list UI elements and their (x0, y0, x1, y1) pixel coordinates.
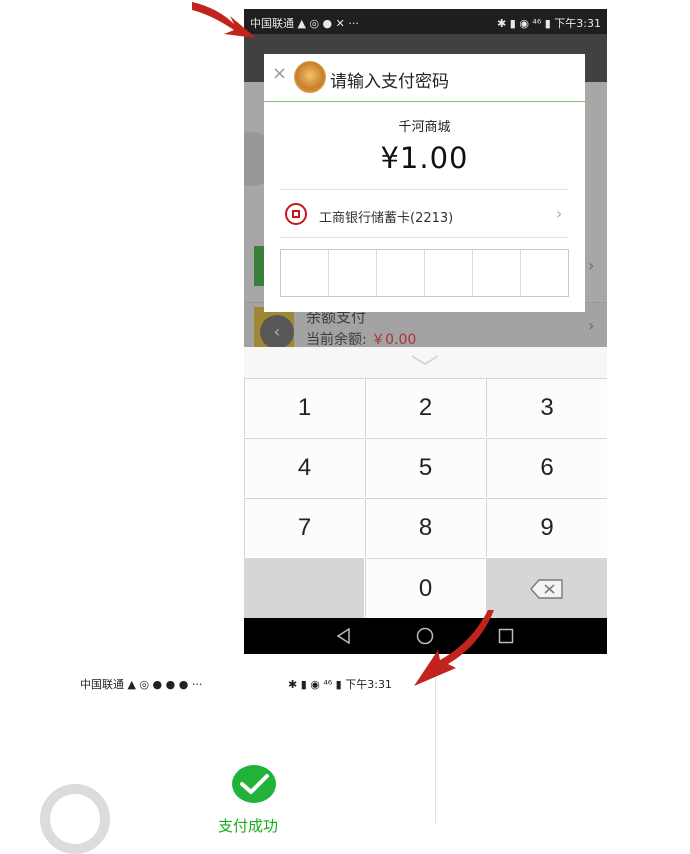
chevron-down-icon[interactable] (410, 353, 440, 367)
password-input[interactable] (280, 249, 569, 297)
status-time: 下午3:31 (554, 17, 601, 30)
annotation-arrow-icon (192, 2, 256, 38)
floating-circle (40, 784, 110, 854)
key-blank (244, 558, 364, 618)
phone-screenshot-payment: 中国联通 ▲ ◎ ● ✕ ··· ✱ ▮ ◉ ⁴⁶ ▮ 下午3:31 余额支付 … (244, 9, 607, 654)
numeric-keypad: 1 2 3 4 5 6 7 8 9 0 (244, 347, 607, 618)
status-time: 下午3:31 (345, 678, 392, 691)
key-7[interactable]: 7 (244, 498, 364, 557)
bottom-status-bar: 中国联通 ▲ ◎ ● ● ● ··· ✱ ▮ ◉ ⁴⁶ ▮ 下午3:31 (80, 674, 436, 692)
password-digit-box[interactable] (425, 250, 473, 296)
bottom-status-left: 中国联通 ▲ ◎ ● ● ● ··· (80, 676, 202, 692)
divider (280, 237, 569, 238)
status-icons-left: ▲ ◎ ● ✕ ··· (297, 17, 359, 30)
key-5[interactable]: 5 (365, 438, 485, 497)
key-4[interactable]: 4 (244, 438, 364, 497)
carrier-label: 中国联通 (80, 678, 124, 691)
divider (280, 189, 569, 190)
key-8[interactable]: 8 (365, 498, 485, 557)
back-triangle-icon[interactable] (336, 628, 352, 644)
status-icons-right: ✱ ▮ ◉ ⁴⁶ ▮ (497, 17, 551, 30)
backspace-icon[interactable] (530, 578, 564, 599)
recents-square-icon[interactable] (498, 628, 514, 644)
password-digit-box[interactable] (521, 250, 568, 296)
keypad-collapse-handle[interactable] (244, 347, 607, 378)
status-bar: 中国联通 ▲ ◎ ● ✕ ··· ✱ ▮ ◉ ⁴⁶ ▮ 下午3:31 (244, 9, 607, 34)
bottom-status-right: ✱ ▮ ◉ ⁴⁶ ▮ 下午3:31 (288, 676, 392, 692)
password-digit-box[interactable] (377, 250, 425, 296)
status-right: ✱ ▮ ◉ ⁴⁶ ▮ 下午3:31 (497, 15, 601, 31)
payment-password-dialog: × 请输入支付密码 千河商城 ¥1.00 工商银行储蓄卡(2213) › (264, 54, 585, 312)
icbc-bank-icon (285, 203, 307, 225)
check-icon (240, 774, 269, 794)
password-digit-box[interactable] (281, 250, 329, 296)
wechat-success-icon (232, 765, 276, 803)
backspace-key[interactable] (486, 558, 607, 618)
status-left: 中国联通 ▲ ◎ ● ✕ ··· (250, 15, 359, 31)
payment-success-label: 支付成功 (218, 817, 279, 835)
key-2[interactable]: 2 (365, 378, 485, 437)
merchant-avatar (294, 61, 326, 93)
key-6[interactable]: 6 (486, 438, 607, 497)
annotation-arrow-icon (414, 610, 494, 686)
payment-method-label[interactable]: 工商银行储蓄卡(2213) (319, 207, 453, 226)
key-1[interactable]: 1 (244, 378, 364, 437)
merchant-name: 千河商城 (398, 120, 451, 135)
dialog-title: 请输入支付密码 (330, 72, 449, 92)
password-digit-box[interactable] (329, 250, 377, 296)
payment-amount: ¥1.00 (380, 141, 469, 175)
close-icon[interactable]: × (272, 65, 288, 83)
title-divider (264, 101, 585, 102)
password-digit-box[interactable] (473, 250, 521, 296)
key-3[interactable]: 3 (486, 378, 607, 437)
chevron-right-icon[interactable]: › (556, 204, 562, 223)
status-icons-right: ✱ ▮ ◉ ⁴⁶ ▮ (288, 678, 342, 691)
status-icons-left: ▲ ◎ ● ● ● ··· (127, 678, 203, 691)
key-9[interactable]: 9 (486, 498, 607, 557)
